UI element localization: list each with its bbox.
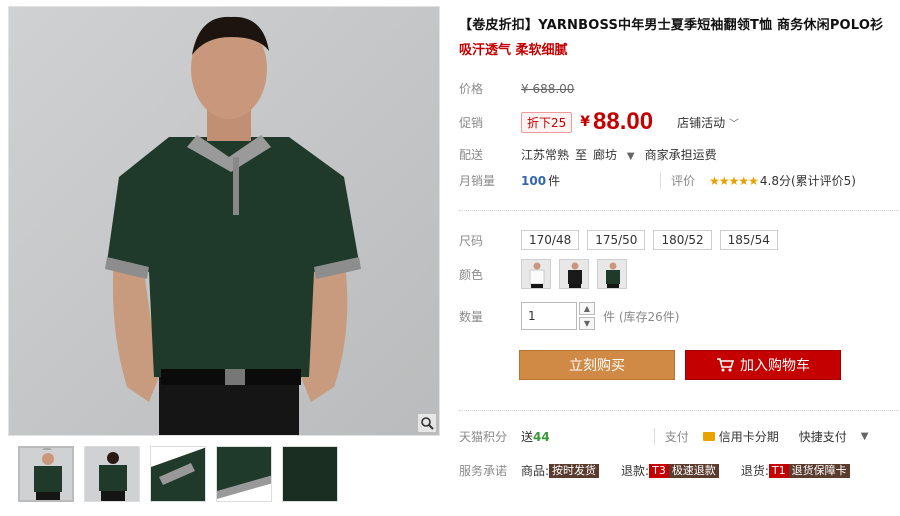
divider xyxy=(459,210,899,211)
service-goods-label: 商品: xyxy=(521,464,550,478)
size-option[interactable]: 180/52 xyxy=(653,230,712,250)
delivery-row: 配送 江苏常熟 至 廊坊 ▼ 商家承担运费 xyxy=(459,146,717,163)
currency-symbol: ¥ xyxy=(580,114,591,130)
points-label: 天猫积分 xyxy=(459,430,508,444)
thumbnail-strip xyxy=(18,446,338,506)
star-rating-icon: ★★★★★ xyxy=(709,173,759,188)
zoom-icon[interactable] xyxy=(417,413,437,433)
color-row: 颜色 xyxy=(459,259,635,289)
size-label: 尺码 xyxy=(459,233,484,248)
caret-down-icon[interactable]: ▼ xyxy=(861,431,869,442)
sales-row: 月销量 100 件 评价 ★★★★★ 4.8分(累计评价5) xyxy=(459,172,899,189)
cart-icon xyxy=(717,358,734,372)
fast-refund-badge[interactable]: 极速退款 xyxy=(668,463,719,478)
monthly-sales-label: 月销量 xyxy=(459,174,496,188)
shipping-cost: 商家承担运费 xyxy=(644,148,717,162)
delivery-destination: 廊坊 xyxy=(593,148,618,162)
thumbnail-back[interactable] xyxy=(84,446,140,502)
color-option-black[interactable] xyxy=(559,259,589,289)
monthly-sales-unit: 件 xyxy=(548,174,561,188)
color-option-green[interactable] xyxy=(597,259,627,289)
payment-label: 支付 xyxy=(653,428,689,445)
shop-activity-label: 店铺活动 xyxy=(677,115,726,130)
chevron-down-icon: ﹀ xyxy=(728,118,739,130)
size-option[interactable]: 170/48 xyxy=(521,230,580,250)
quantity-label: 数量 xyxy=(459,309,484,324)
add-to-cart-button[interactable]: 加入购物车 xyxy=(685,350,841,380)
delivery-destination-select[interactable]: 廊坊 ▼ xyxy=(593,146,635,163)
service-row: 服务承诺 商品: 按时发货 退款: T3 极速退款 退货: T1 退货保障卡 xyxy=(459,462,899,479)
points-amount: 44 xyxy=(533,429,550,444)
quantity-stepper: ▲ ▼ xyxy=(579,302,595,330)
size-option[interactable]: 175/50 xyxy=(587,230,646,250)
thumbnail-sleeve[interactable] xyxy=(216,446,272,502)
monthly-sales-count: 100 xyxy=(521,173,547,188)
service-refund-label: 退款: xyxy=(621,464,650,478)
service-return-label: 退货: xyxy=(740,464,769,478)
service-label: 服务承诺 xyxy=(459,464,508,478)
original-price: ¥ 688.00 xyxy=(521,81,575,96)
thumbnail-front[interactable] xyxy=(18,446,74,502)
credit-installment-link[interactable]: 信用卡分期 xyxy=(719,428,779,445)
price-label: 价格 xyxy=(459,82,484,96)
review-score-link[interactable]: 4.8分(累计评价5) xyxy=(760,172,856,189)
product-subtitle: 吸汗透气 柔软细腻 xyxy=(459,43,568,58)
review-label: 评价 xyxy=(660,172,695,189)
delivery-to-word: 至 xyxy=(575,148,588,162)
t3-badge: T3 xyxy=(649,463,669,478)
on-time-ship-badge[interactable]: 按时发货 xyxy=(549,463,600,478)
credit-card-icon xyxy=(702,432,715,441)
model-photo xyxy=(9,7,439,435)
add-to-cart-label: 加入购物车 xyxy=(740,358,810,374)
size-option[interactable]: 185/54 xyxy=(719,230,778,250)
size-row: 尺码 170/48 175/50 180/52 185/54 xyxy=(459,230,786,250)
delivery-label: 配送 xyxy=(459,148,484,162)
return-guarantee-badge[interactable]: 退货保障卡 xyxy=(788,463,850,478)
thumbnail-fabric[interactable] xyxy=(282,446,338,502)
buy-now-button[interactable]: 立刻购买 xyxy=(519,350,675,380)
promo-label: 促销 xyxy=(459,115,484,130)
quick-pay-link[interactable]: 快捷支付 xyxy=(799,428,847,445)
shop-activity-dropdown[interactable]: 店铺活动 ﹀ xyxy=(677,114,739,131)
stock-info: 件 (库存26件) xyxy=(603,309,680,324)
quantity-input[interactable] xyxy=(521,302,577,330)
discount-badge: 折下25 xyxy=(521,111,573,133)
caret-down-icon: ▼ xyxy=(626,151,635,162)
decrement-icon[interactable]: ▼ xyxy=(579,317,595,330)
thumbnail-collar[interactable] xyxy=(150,446,206,502)
product-info: 【卷皮折扣】YARNBOSS中年男士夏季短袖翻领T恤 商务休闲POLO衫 吸汗透… xyxy=(459,14,899,478)
promo-row: 促销 折下25 ¥ 88.00 店铺活动 ﹀ xyxy=(459,108,739,136)
delivery-from: 江苏常熟 xyxy=(521,148,570,162)
quantity-row: 数量 ▲ ▼ 件 (库存26件) xyxy=(459,302,679,330)
t1-badge: T1 xyxy=(768,463,789,478)
points-row: 天猫积分 送 44 支付 信用卡分期 快捷支付 ▼ xyxy=(459,428,899,445)
increment-icon[interactable]: ▲ xyxy=(579,302,595,315)
original-price-row: 价格 ¥ 688.00 xyxy=(459,80,574,97)
color-label: 颜色 xyxy=(459,267,484,282)
points-give: 送 xyxy=(521,430,534,444)
divider xyxy=(459,410,899,411)
main-product-image[interactable] xyxy=(8,6,440,436)
product-title: 【卷皮折扣】YARNBOSS中年男士夏季短袖翻领T恤 商务休闲POLO衫 xyxy=(459,18,884,33)
color-option-white[interactable] xyxy=(521,259,551,289)
sale-price: 88.00 xyxy=(593,108,654,135)
